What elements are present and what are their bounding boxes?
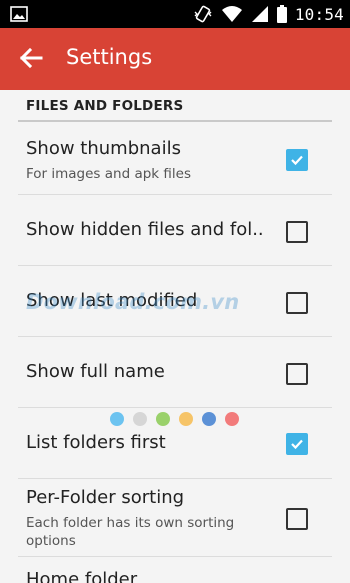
setting-title: Show full name: [26, 361, 165, 382]
battery-icon: [276, 5, 287, 23]
arrow-back-icon[interactable]: [16, 43, 46, 73]
checkbox-show-last-modified[interactable]: [286, 292, 308, 314]
checkbox-list-folders-first[interactable]: [286, 433, 308, 455]
setting-title: Home folder: [26, 569, 138, 583]
checkbox-per-folder-sorting[interactable]: [286, 508, 308, 530]
signal-icon: [251, 6, 268, 22]
check-icon: [291, 155, 303, 166]
watermark-dot: [225, 412, 239, 426]
setting-home-folder[interactable]: Home folder: [18, 557, 332, 583]
checkbox-show-full-name[interactable]: [286, 363, 308, 385]
settings-list: FILES AND FOLDERS Show thumbnails For im…: [0, 90, 350, 583]
image-icon: [10, 6, 28, 22]
page-title: Settings: [66, 45, 153, 69]
status-icons: 10:54: [193, 0, 344, 28]
check-icon: [291, 439, 303, 450]
section-divider: [18, 120, 332, 122]
watermark-text: Download.com.vn: [26, 290, 240, 314]
checkbox-show-thumbnails[interactable]: [286, 149, 308, 171]
watermark-dot: [156, 412, 170, 426]
checkbox-show-hidden-files[interactable]: [286, 221, 308, 243]
setting-subtitle: Each folder has its own sorting options: [26, 515, 235, 549]
setting-title: List folders first: [26, 432, 166, 453]
setting-title: Show thumbnails: [26, 138, 181, 159]
setting-subtitle: For images and apk files: [26, 166, 191, 182]
status-bar: 10:54: [0, 0, 350, 28]
watermark-dot: [110, 412, 124, 426]
watermark-dot: [202, 412, 216, 426]
watermark-dot: [179, 412, 193, 426]
setting-title: Show hidden files and fol..: [26, 219, 264, 240]
app-bar: Settings: [0, 28, 350, 90]
section-header: FILES AND FOLDERS: [26, 98, 184, 114]
status-time: 10:54: [294, 4, 344, 24]
setting-show-thumbnails[interactable]: Show thumbnails For images and apk files: [18, 124, 332, 195]
wifi-icon: [221, 6, 242, 22]
setting-show-hidden-files[interactable]: Show hidden files and fol..: [18, 195, 332, 266]
watermark-dot: [133, 412, 147, 426]
phone-vibrate-icon: [194, 5, 212, 23]
watermark-dots: [110, 412, 239, 426]
setting-title: Per-Folder sorting: [26, 487, 185, 508]
setting-show-full-name[interactable]: Show full name: [18, 337, 332, 408]
setting-per-folder-sorting[interactable]: Per-Folder sorting Each folder has its o…: [18, 479, 332, 557]
